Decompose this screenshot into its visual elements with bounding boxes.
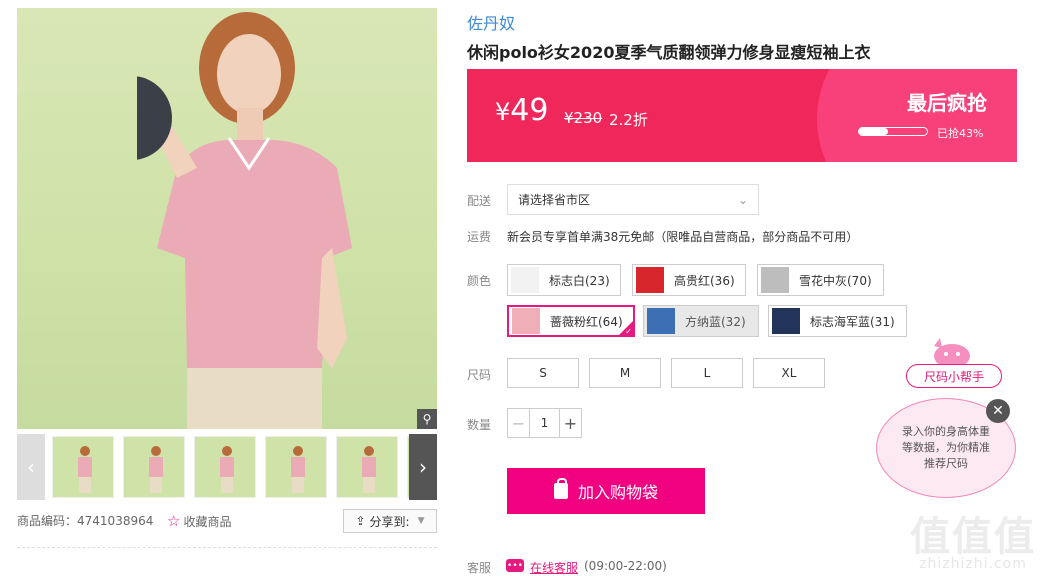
product-title: 休闲polo衫女2020夏季气质翻领弹力修身显瘦短袖上衣 <box>467 43 871 62</box>
thumbnail[interactable] <box>123 436 185 498</box>
color-option[interactable]: 雪花中灰(70) <box>757 264 884 296</box>
sold-progress-fill <box>859 128 889 135</box>
brand-link[interactable]: 佐丹奴 <box>467 10 515 34</box>
shipping-label: 运费 <box>467 230 492 244</box>
thumbnail[interactable] <box>336 436 398 498</box>
original-price: ¥230 <box>564 109 603 127</box>
caret-down-icon: ▼ <box>417 516 425 526</box>
service-hours: (09:00-22:00) <box>584 559 667 573</box>
size-helper-tag[interactable]: 尺码小帮手 <box>906 364 1002 388</box>
price-banner: ¥49 ¥230 2.2折 最后疯抢 已抢43% <box>467 69 1017 162</box>
color-option[interactable]: 方纳蓝(32) <box>643 305 759 337</box>
model-photo <box>137 12 352 429</box>
magnifier-icon[interactable]: ⚲ <box>417 409 437 429</box>
size-option-xl[interactable]: XL <box>753 358 825 388</box>
share-button[interactable]: ⇪ 分享到: ▼ <box>343 509 437 533</box>
divider <box>17 547 437 548</box>
chevron-left-icon[interactable]: ‹ <box>17 434 45 500</box>
thumbnail-strip: ‹ › <box>17 434 437 500</box>
check-icon: ✓ <box>625 327 632 336</box>
color-option[interactable]: 标志白(23) <box>507 264 621 296</box>
color-swatch <box>761 267 789 293</box>
thumbnail[interactable] <box>194 436 256 498</box>
product-code: 商品编码：4741038964 <box>17 514 154 528</box>
sold-progress-text: 已抢43% <box>937 127 984 140</box>
chevron-down-icon: ⌄ <box>737 192 748 207</box>
share-icon: ⇪ <box>355 514 366 528</box>
close-icon[interactable]: ✕ <box>986 399 1010 423</box>
size-option-s[interactable]: S <box>507 358 579 388</box>
color-option-selected[interactable]: 蔷薇粉红(64) ✓ <box>507 305 635 337</box>
main-product-image[interactable]: ⚲ <box>17 8 437 429</box>
color-swatch <box>636 267 664 293</box>
quantity-stepper: − 1 + <box>507 408 582 438</box>
region-select[interactable]: 请选择省市区 ⌄ <box>507 184 759 215</box>
current-price: ¥49 <box>495 93 549 128</box>
thumbnail[interactable] <box>52 436 114 498</box>
color-swatch <box>512 308 540 334</box>
favorite-button[interactable]: ☆ 收藏商品 <box>167 512 231 530</box>
color-swatch <box>647 308 675 334</box>
color-swatch <box>772 308 800 334</box>
color-label: 颜色 <box>467 274 492 288</box>
sold-progress-bar <box>858 127 928 136</box>
chat-icon: ••• <box>506 559 524 572</box>
color-option[interactable]: 标志海军蓝(31) <box>768 305 907 337</box>
size-option-l[interactable]: L <box>671 358 743 388</box>
thumbnail[interactable] <box>265 436 327 498</box>
service-label: 客服 <box>467 561 492 575</box>
discount-label: 2.2折 <box>609 111 648 129</box>
minus-button[interactable]: − <box>508 409 529 437</box>
star-icon: ☆ <box>167 512 181 530</box>
add-to-cart-button[interactable]: 加入购物袋 <box>507 468 705 514</box>
delivery-label: 配送 <box>467 194 492 208</box>
chevron-right-icon[interactable]: › <box>409 434 437 500</box>
quantity-label: 数量 <box>467 418 492 432</box>
quantity-input[interactable]: 1 <box>529 409 560 437</box>
flash-sale-title: 最后疯抢 <box>907 91 987 115</box>
size-option-m[interactable]: M <box>589 358 661 388</box>
watermark: 值值值 zhizhizhi.com <box>910 514 1036 572</box>
online-service-link[interactable]: 在线客服 <box>530 559 578 576</box>
color-option[interactable]: 高贵红(36) <box>632 264 746 296</box>
shopping-bag-icon <box>553 478 568 499</box>
color-swatch <box>511 267 539 293</box>
size-label: 尺码 <box>467 368 492 382</box>
plus-button[interactable]: + <box>560 409 581 437</box>
shipping-info: 新会员专享首单满38元免邮（限唯品自营商品，部分商品不可用） <box>507 230 859 244</box>
